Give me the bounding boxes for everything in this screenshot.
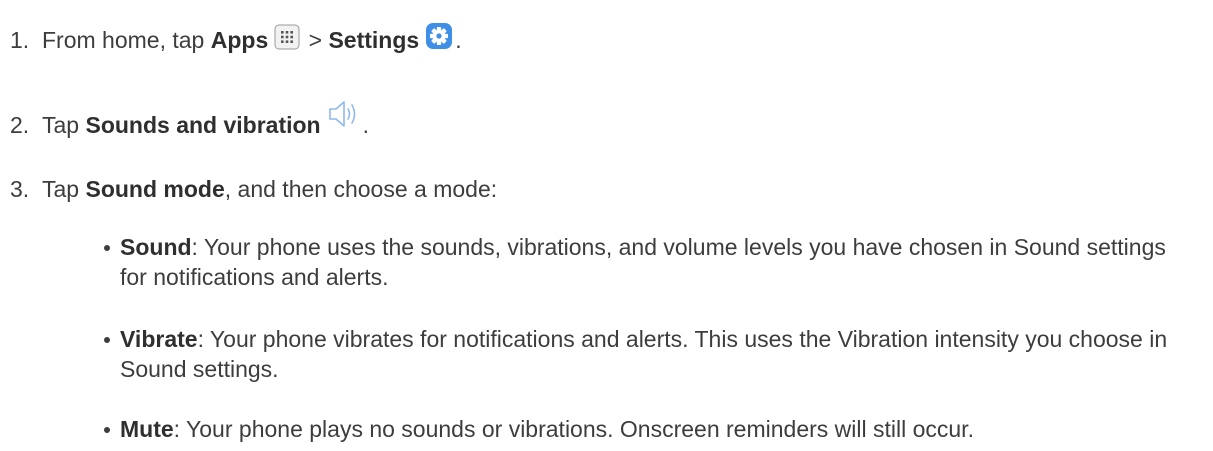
- step-text: Tap: [42, 112, 86, 138]
- step-text-end: .: [455, 27, 462, 53]
- sound-mode-label: Sound mode: [85, 176, 225, 202]
- mode-desc: : Your phone vibrates for notifications …: [120, 326, 1168, 382]
- settings-label: Settings: [328, 27, 420, 53]
- mode-item-sound: Sound: Your phone uses the sounds, vibra…: [104, 232, 1194, 292]
- bullet-dot: [104, 337, 110, 343]
- step-text-end: , and then choose a mode:: [224, 176, 498, 202]
- step-1: 1. From home, tap Apps > Settings .: [10, 22, 462, 57]
- apps-grid-icon: [274, 24, 300, 57]
- mode-name: Mute: [120, 416, 174, 442]
- bullet-dot: [104, 245, 110, 251]
- settings-gear-icon: [425, 22, 453, 57]
- mode-description: Sound: Your phone uses the sounds, vibra…: [120, 232, 1194, 292]
- mode-item-vibrate: Vibrate: Your phone vibrates for notific…: [104, 324, 1194, 384]
- step-text: Tap: [42, 176, 86, 202]
- mode-description: Vibrate: Your phone vibrates for notific…: [120, 324, 1194, 384]
- mode-desc: : Your phone uses the sounds, vibrations…: [120, 234, 1166, 290]
- mode-name: Sound: [120, 234, 192, 260]
- step-number: 3.: [10, 176, 30, 202]
- apps-label: Apps: [210, 27, 269, 53]
- mode-desc: : Your phone plays no sounds or vibratio…: [173, 416, 974, 442]
- speaker-icon: [327, 99, 361, 136]
- breadcrumb-separator: >: [302, 27, 329, 53]
- sounds-and-vibration-label: Sounds and vibration: [85, 112, 321, 138]
- step-number: 1.: [10, 27, 30, 53]
- bullet-dot: [104, 427, 110, 433]
- mode-description: Mute: Your phone plays no sounds or vibr…: [120, 414, 1194, 444]
- step-text-end: .: [362, 112, 369, 138]
- step-2: 2. Tap Sounds and vibration .: [10, 99, 369, 140]
- step-number: 2.: [10, 112, 30, 138]
- mode-name: Vibrate: [120, 326, 198, 352]
- mode-item-mute: Mute: Your phone plays no sounds or vibr…: [104, 414, 1194, 444]
- step-text: From home, tap: [42, 27, 211, 53]
- step-3: 3. Tap Sound mode, and then choose a mode…: [10, 174, 497, 204]
